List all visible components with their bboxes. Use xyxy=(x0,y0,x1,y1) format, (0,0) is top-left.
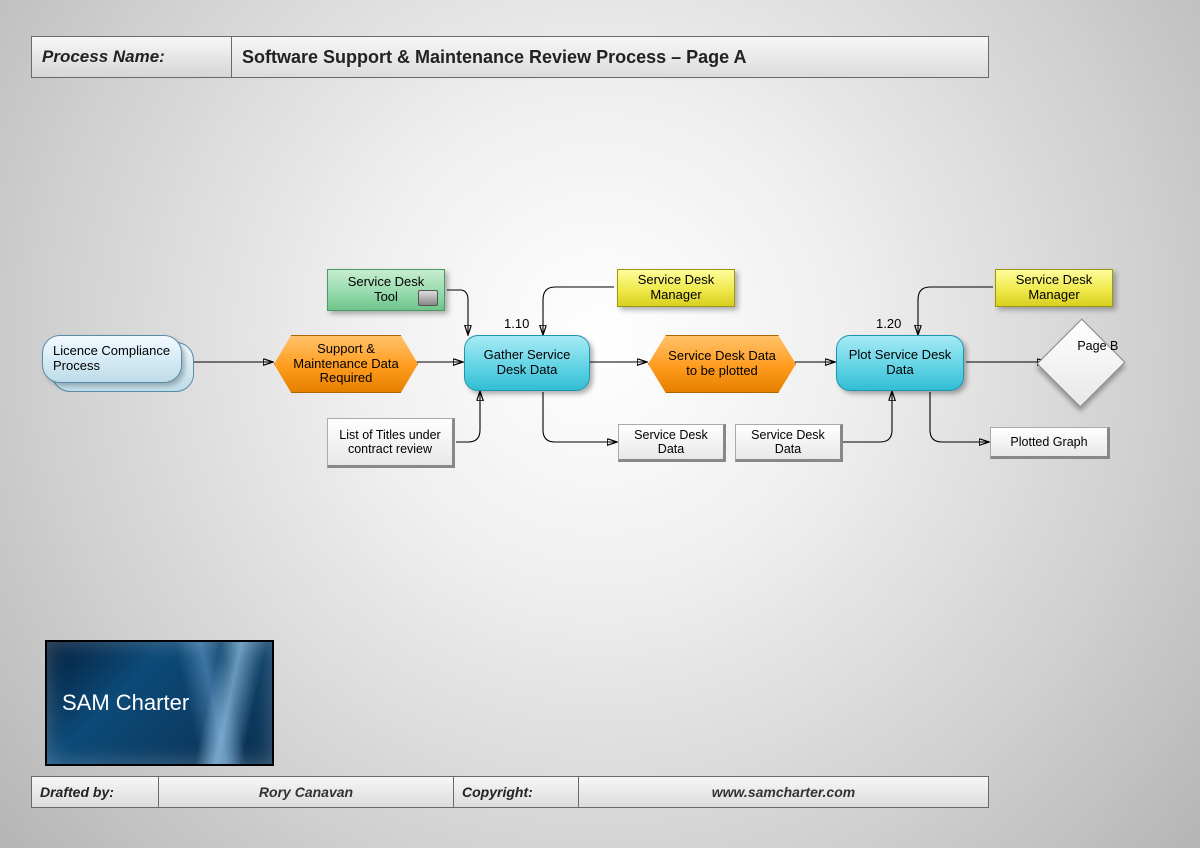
footer-bar: Drafted by: Rory Canavan Copyright: www.… xyxy=(31,776,989,808)
logo-text: SAM Charter xyxy=(62,690,189,716)
task-plot-data-label: Plot Service Desk Data xyxy=(847,348,953,378)
data-plotted-graph: Plotted Graph xyxy=(990,427,1110,459)
copyright-label: Copyright: xyxy=(454,777,579,807)
data-plotted-graph-label: Plotted Graph xyxy=(1010,435,1087,449)
data-service-desk-1-label: Service Desk Data xyxy=(627,428,715,457)
drafted-by-value: Rory Canavan xyxy=(159,777,454,807)
copyright-value: www.samcharter.com xyxy=(579,777,988,807)
connector-page-b: Page B xyxy=(1036,318,1125,407)
hex-support-maintenance-label: Support & Maintenance Data Required xyxy=(289,342,403,387)
start-process-label: Licence Compliance Process xyxy=(53,344,171,374)
drafted-by-label: Drafted by: xyxy=(32,777,159,807)
role-service-desk-manager-2-label: Service Desk Manager xyxy=(1004,273,1104,303)
task-number-1: 1.10 xyxy=(504,316,529,331)
data-list-of-titles: List of Titles under contract review xyxy=(327,418,455,468)
tool-icon xyxy=(418,290,438,306)
logo-sam-charter: SAM Charter xyxy=(45,640,274,766)
data-list-of-titles-label: List of Titles under contract review xyxy=(336,428,444,457)
task-gather-data: Gather Service Desk Data xyxy=(464,335,590,391)
task-plot-data: Plot Service Desk Data xyxy=(836,335,964,391)
data-service-desk-2: Service Desk Data xyxy=(735,424,843,462)
hex-data-to-plot-label: Service Desk Data to be plotted xyxy=(663,349,781,379)
role-service-desk-manager-1: Service Desk Manager xyxy=(617,269,735,307)
connector-page-b-wrap: Page B xyxy=(1050,332,1112,394)
task-number-2: 1.20 xyxy=(876,316,901,331)
connector-page-b-label: Page B xyxy=(1068,339,1128,353)
data-service-desk-1: Service Desk Data xyxy=(618,424,726,462)
data-service-desk-2-label: Service Desk Data xyxy=(744,428,832,457)
hex-support-maintenance: Support & Maintenance Data Required xyxy=(274,335,418,393)
role-service-desk-tool: Service Desk Tool xyxy=(327,269,445,311)
role-service-desk-manager-1-label: Service Desk Manager xyxy=(626,273,726,303)
task-gather-data-label: Gather Service Desk Data xyxy=(475,348,579,378)
start-process: Licence Compliance Process xyxy=(42,335,182,383)
role-service-desk-manager-2: Service Desk Manager xyxy=(995,269,1113,307)
hex-data-to-plot: Service Desk Data to be plotted xyxy=(648,335,796,393)
